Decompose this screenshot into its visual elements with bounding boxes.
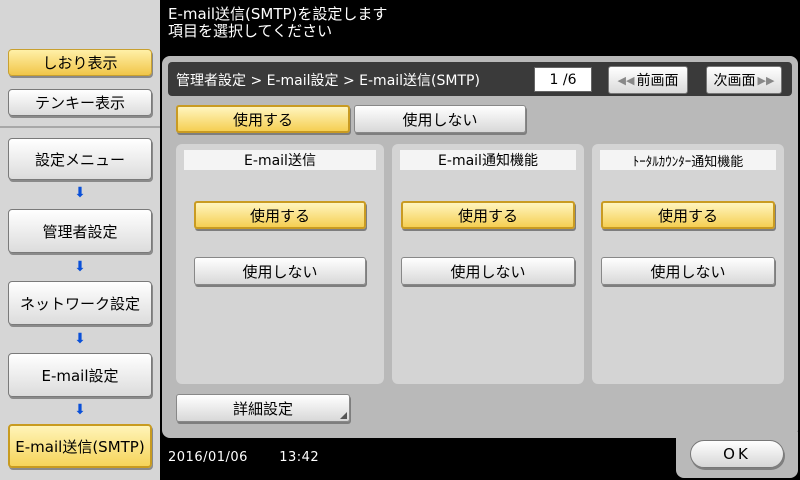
double-left-arrow-icon: ◀◀ bbox=[617, 73, 635, 87]
sidebar-item-admin-settings[interactable]: 管理者設定 bbox=[8, 209, 152, 253]
time-text: 13:42 bbox=[279, 450, 320, 465]
instruction-line-1: E-mail送信(SMTP)を設定します bbox=[168, 5, 388, 23]
email-notify-use-button[interactable]: 使用する bbox=[401, 201, 575, 229]
sidebar: しおり表示 テンキー表示 設定メニュー ⬇ 管理者設定 ⬇ ネットワーク設定 ⬇… bbox=[0, 0, 160, 480]
date-text: 2016/01/06 bbox=[168, 450, 248, 465]
section-email-notify: E-mail通知機能 使用する 使用しない bbox=[392, 144, 584, 384]
tenkey-display-button[interactable]: テンキー表示 bbox=[8, 89, 152, 116]
detail-settings-label: 詳細設定 bbox=[232, 399, 293, 418]
bookmark-display-button[interactable]: しおり表示 bbox=[8, 49, 152, 76]
sidebar-item-email-settings[interactable]: E-mail設定 bbox=[8, 353, 152, 397]
instruction-line-2: 項目を選択してください bbox=[168, 22, 333, 40]
datetime-display: 2016/01/06 13:42 bbox=[168, 450, 319, 465]
next-screen-label: 次画面 bbox=[713, 73, 756, 89]
sidebar-item-settings-menu[interactable]: 設定メニュー bbox=[8, 138, 152, 180]
corner-triangle-icon bbox=[340, 412, 347, 419]
prev-screen-button[interactable]: ◀◀ 前画面 bbox=[608, 66, 688, 94]
detail-settings-button[interactable]: 詳細設定 bbox=[176, 394, 350, 422]
sidebar-item-network-settings[interactable]: ネットワーク設定 bbox=[8, 281, 152, 325]
next-screen-button[interactable]: 次画面 ▶▶ bbox=[706, 66, 782, 94]
email-send-use-button[interactable]: 使用する bbox=[194, 201, 366, 229]
section-title: E-mail送信 bbox=[184, 150, 376, 170]
total-counter-use-button[interactable]: 使用する bbox=[601, 201, 775, 229]
section-title: E-mail通知機能 bbox=[400, 150, 576, 170]
arrow-down-icon: ⬇ bbox=[74, 331, 86, 347]
section-total-counter-notify: ﾄｰﾀﾙｶｳﾝﾀｰ通知機能 使用する 使用しない bbox=[592, 144, 784, 384]
arrow-down-icon: ⬇ bbox=[74, 402, 86, 418]
section-email-send: E-mail送信 使用する 使用しない bbox=[176, 144, 384, 384]
page-indicator: 1 /6 bbox=[534, 67, 592, 92]
double-right-arrow-icon: ▶▶ bbox=[757, 73, 775, 87]
breadcrumb: 管理者設定 > E-mail設定 > E-mail送信(SMTP) bbox=[176, 73, 480, 89]
instruction-message: E-mail送信(SMTP)を設定します 項目を選択してください bbox=[168, 6, 387, 40]
ok-button[interactable]: OK bbox=[690, 440, 784, 468]
email-notify-not-use-button[interactable]: 使用しない bbox=[401, 257, 575, 285]
prev-screen-label: 前画面 bbox=[636, 73, 679, 89]
email-send-not-use-button[interactable]: 使用しない bbox=[194, 257, 366, 285]
sidebar-divider bbox=[0, 126, 160, 128]
arrow-down-icon: ⬇ bbox=[74, 185, 86, 201]
total-counter-not-use-button[interactable]: 使用しない bbox=[601, 257, 775, 285]
section-title: ﾄｰﾀﾙｶｳﾝﾀｰ通知機能 bbox=[600, 150, 776, 170]
global-use-button[interactable]: 使用する bbox=[176, 105, 350, 133]
sidebar-item-email-smtp[interactable]: E-mail送信(SMTP) bbox=[8, 424, 152, 468]
arrow-down-icon: ⬇ bbox=[74, 259, 86, 275]
global-not-use-button[interactable]: 使用しない bbox=[354, 105, 526, 133]
